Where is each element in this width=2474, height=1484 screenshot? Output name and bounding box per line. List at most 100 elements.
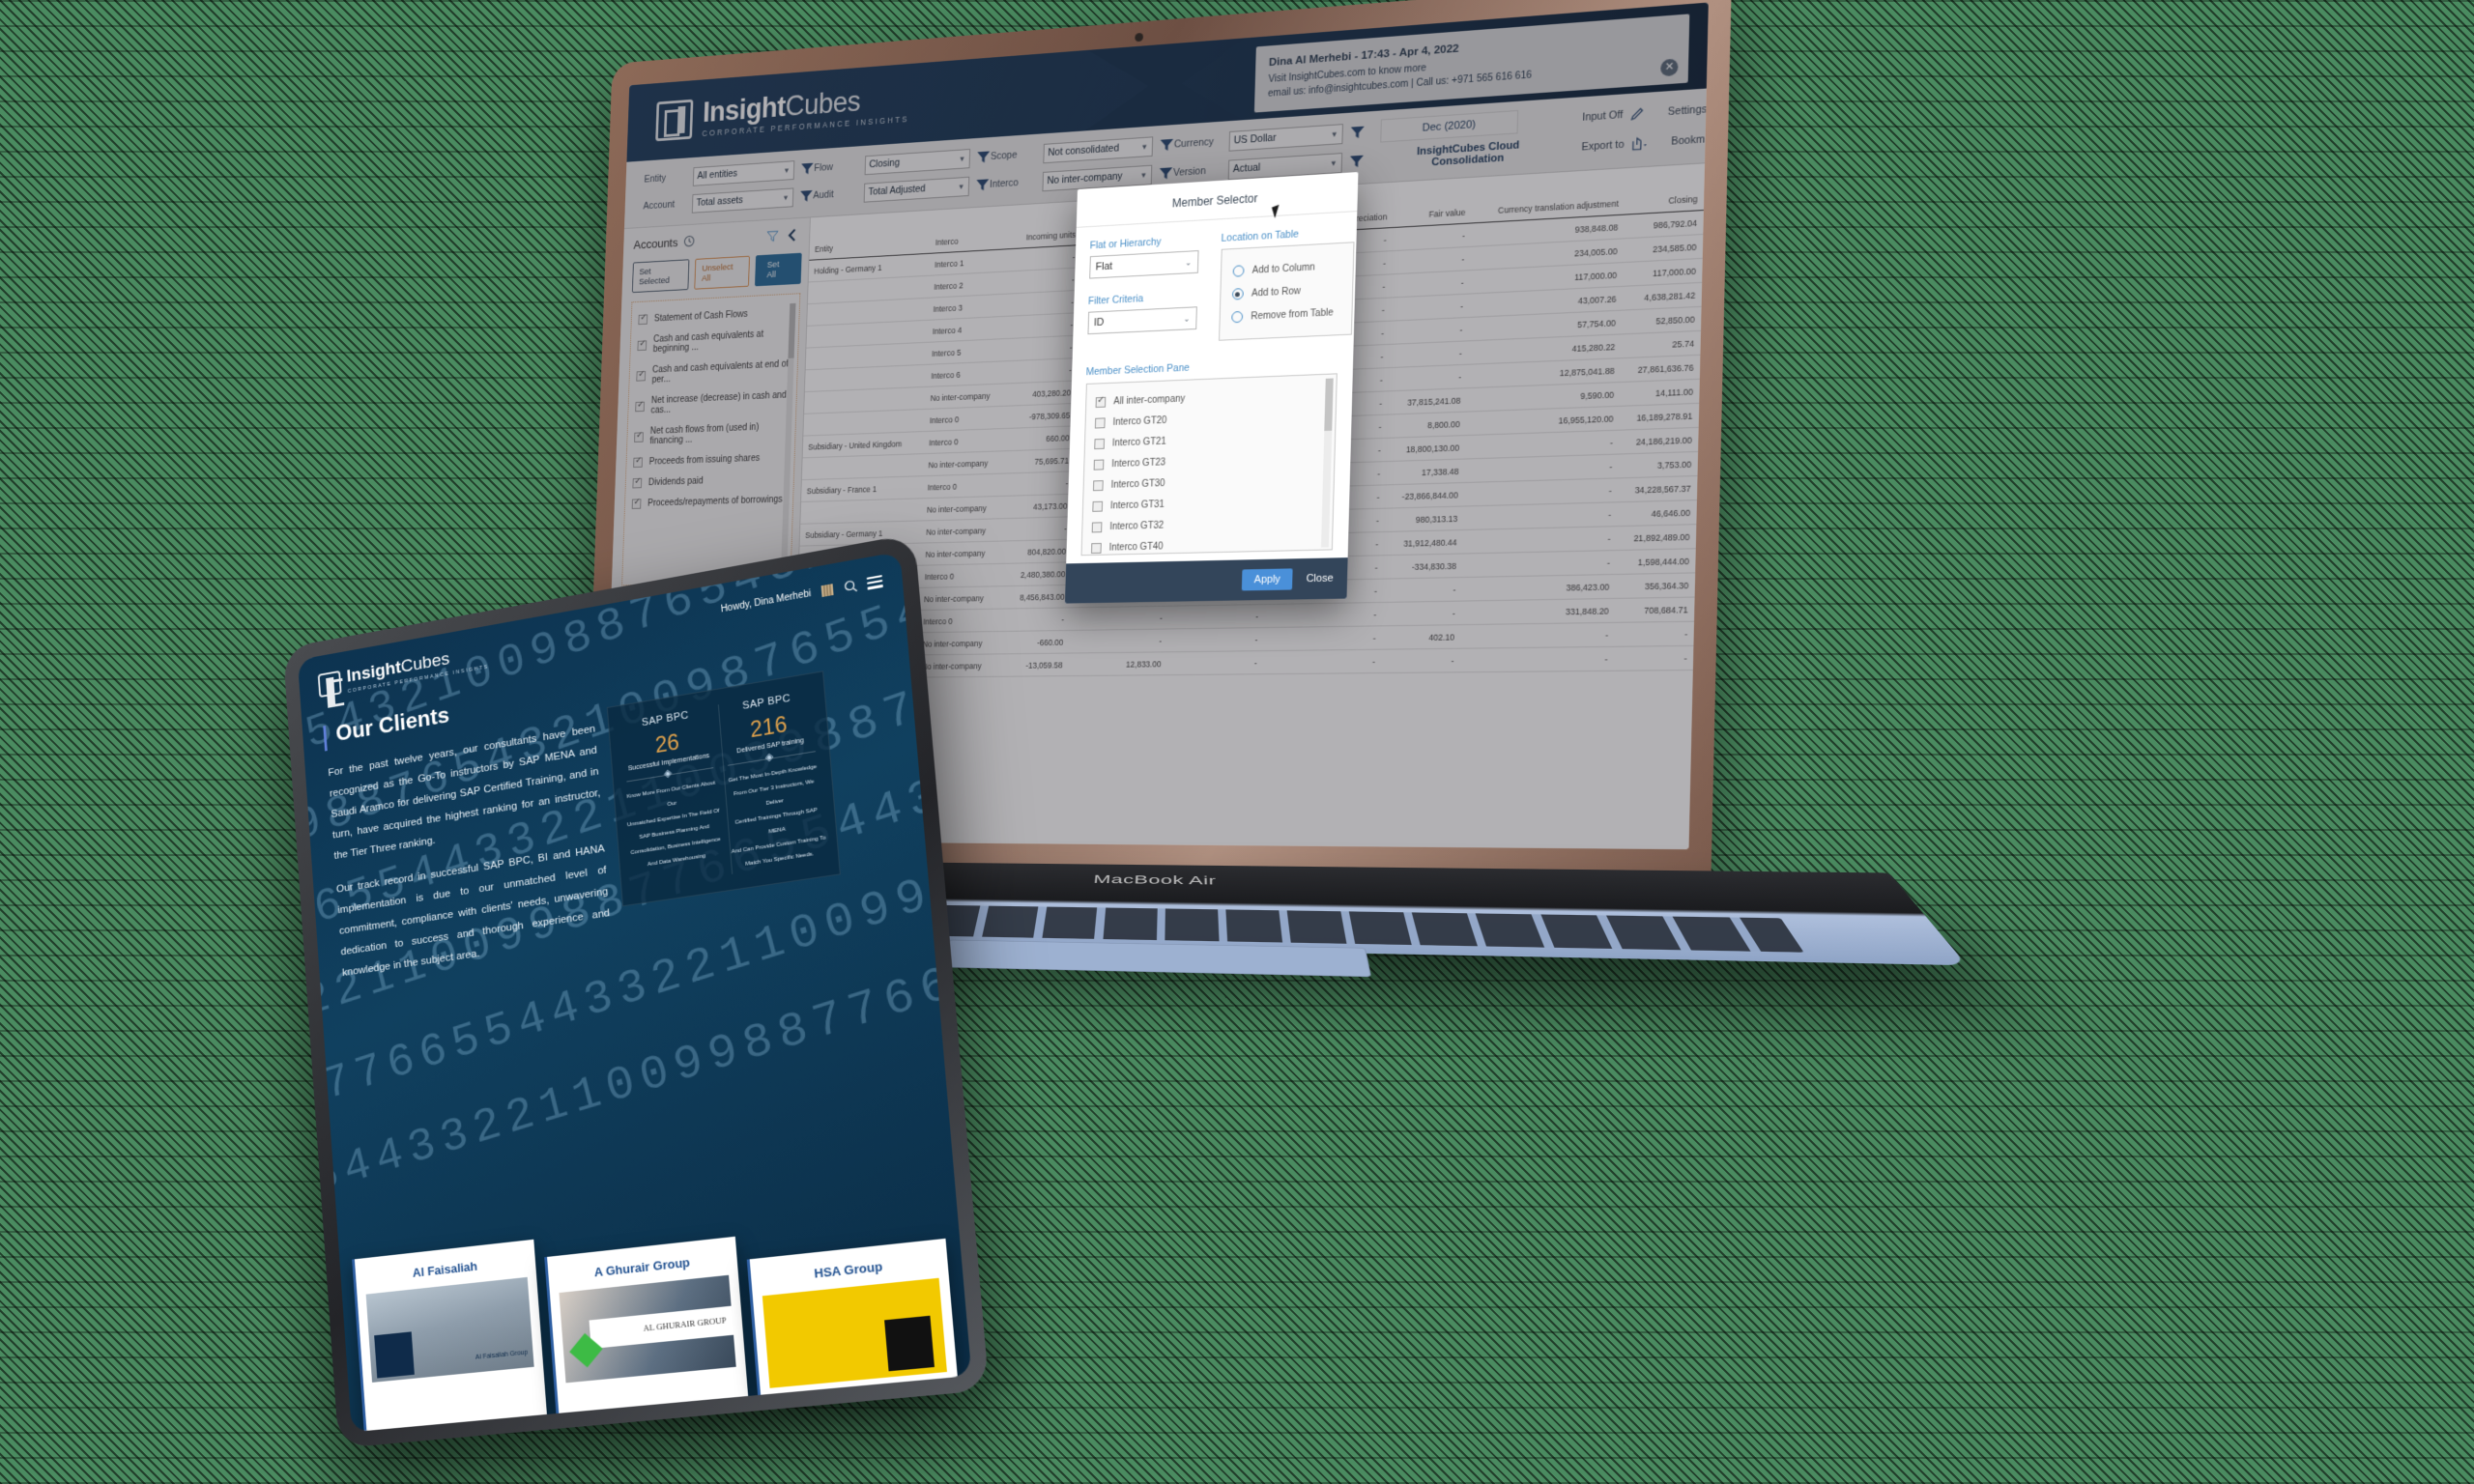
radio-icon-selected[interactable] <box>1231 288 1244 300</box>
radio-label: Remove from Table <box>1251 306 1334 322</box>
checkbox-icon[interactable] <box>1090 542 1102 554</box>
checkbox-icon[interactable] <box>638 314 648 326</box>
checkbox-icon[interactable] <box>635 401 646 412</box>
table-cell: Interco 0 <box>921 473 1004 499</box>
client-card-hsa-group[interactable]: HSA Group <box>746 1238 958 1396</box>
table-cell: 27,861,636.76 <box>1620 355 1701 383</box>
export-to-tool[interactable]: Export to <box>1581 135 1649 155</box>
member-selection-pane[interactable]: All inter-company Interco GT20 Interco GT2… <box>1080 373 1338 556</box>
bookmarks-tool[interactable]: Bookmarks <box>1671 129 1709 149</box>
filter-criteria-select[interactable]: ID ⌄ <box>1086 306 1197 335</box>
filter-currency-select[interactable]: US Dollar ▼ <box>1228 123 1343 152</box>
account-label: Dividends paid <box>647 475 704 488</box>
funnel-icon[interactable] <box>799 188 814 204</box>
set-selected-button[interactable]: Set Selected <box>631 259 690 294</box>
funnel-icon[interactable] <box>975 177 990 192</box>
checkbox-icon[interactable] <box>1094 416 1106 429</box>
set-all-button[interactable]: Set All <box>754 252 802 287</box>
pencil-icon <box>1629 106 1645 122</box>
unselect-all-button[interactable]: Unselect All <box>694 255 750 290</box>
filter-account[interactable]: Account Total assets ▼ <box>643 186 813 216</box>
radio-icon[interactable] <box>1230 310 1243 324</box>
webcam-icon <box>1134 32 1143 43</box>
filter-scope-value: Not consolidated <box>1048 142 1120 159</box>
table-cell: 25.74 <box>1621 330 1701 358</box>
funnel-icon[interactable] <box>800 161 815 177</box>
search-icon[interactable] <box>844 579 858 594</box>
client-card-a-ghurair-group[interactable]: A Ghurair Group AL GHURAIR GROUP <box>544 1236 748 1414</box>
funnel-icon[interactable] <box>766 230 779 243</box>
settings-tool[interactable]: Settings <box>1668 100 1709 120</box>
filter-audit-select[interactable]: Total Adjusted ▼ <box>863 176 970 203</box>
checkbox-icon[interactable] <box>631 499 642 509</box>
filter-entity-select[interactable]: All entities ▼ <box>692 159 795 186</box>
member-selector-dialog: Member Selector Flat or Hierarchy Flat ⌄ … <box>1064 172 1358 604</box>
checkbox-icon[interactable] <box>633 457 643 469</box>
insightcubes-logo-icon <box>655 99 694 142</box>
chevron-left-icon[interactable] <box>787 228 797 243</box>
list-item[interactable]: Proceeds/repayments of borrowings <box>630 489 789 514</box>
checkbox-icon[interactable] <box>1093 459 1104 471</box>
table-cell: 4,638,281.42 <box>1622 282 1703 311</box>
funnel-icon[interactable] <box>1159 137 1174 154</box>
filter-version-value: Actual <box>1232 161 1261 176</box>
accounts-list[interactable]: Statement of Cash Flows Cash and cash eq… <box>621 293 801 586</box>
table-cell: 16,189,278.91 <box>1619 403 1700 431</box>
input-off-tool[interactable]: Input Off <box>1582 106 1646 126</box>
filter-account-select[interactable]: Total assets ▼ <box>691 186 794 214</box>
close-circle-icon[interactable]: ✕ <box>1660 58 1679 77</box>
table-cell: 52,850.00 <box>1622 306 1702 334</box>
filter-scope-label: Scope <box>990 149 1018 162</box>
table-cell: - <box>1614 621 1694 647</box>
checkbox-icon[interactable] <box>1092 479 1104 491</box>
filter-scope-select[interactable]: Not consolidated ▼ <box>1043 135 1154 163</box>
table-cell: 1,598,444.00 <box>1616 548 1696 575</box>
accounts-action-buttons: Set Selected Unselect All Set All <box>631 252 802 294</box>
hamburger-menu-icon[interactable] <box>866 572 883 592</box>
filter-flow-select[interactable]: Closing ▼ <box>864 148 971 175</box>
checkbox-icon[interactable] <box>634 431 644 442</box>
checkbox-icon[interactable] <box>637 339 647 351</box>
table-cell: - <box>1068 629 1168 654</box>
table-cell: - <box>1380 648 1460 673</box>
header-chevron-decoration <box>1085 38 1245 130</box>
client-card-al-faisaliah[interactable]: Al Faisaliah Al Faisaliah Group <box>352 1239 548 1432</box>
funnel-icon[interactable] <box>1158 165 1173 182</box>
checkbox-icon[interactable] <box>1095 396 1106 408</box>
table-cell: 2,480,380.00 <box>1000 561 1072 586</box>
table-cell: - <box>1167 604 1265 630</box>
radio-icon[interactable] <box>1232 265 1245 277</box>
accounts-scroll-thumb[interactable] <box>788 302 796 358</box>
flat-hierarchy-select[interactable]: Flat ⌄ <box>1088 250 1199 279</box>
member-label: Interco GT21 <box>1111 436 1166 448</box>
export-to-label: Export to <box>1581 138 1625 154</box>
filter-criteria-value: ID <box>1093 316 1105 329</box>
checkbox-icon[interactable] <box>636 370 647 382</box>
table-cell: -334,830.38 <box>1383 554 1463 580</box>
table-cell: No inter-company <box>924 383 1007 410</box>
checkbox-icon[interactable] <box>1091 521 1102 532</box>
funnel-icon[interactable] <box>1349 125 1365 141</box>
table-cell: 660.00 <box>1004 425 1076 451</box>
table-cell: - <box>1389 317 1469 345</box>
apply-button[interactable]: Apply <box>1241 568 1293 591</box>
table-cell: 37,815,241.08 <box>1387 387 1467 415</box>
stats-section: SAP BPC 26 Successful Implementations Kn… <box>603 617 846 956</box>
account-label: Cash and cash equivalents at end of per.… <box>651 358 790 385</box>
radio-remove-from-table[interactable]: Remove from Table <box>1230 300 1340 328</box>
stat-implementations: SAP BPC 26 Successful Implementations Kn… <box>618 705 726 889</box>
table-cell: - <box>1462 526 1618 555</box>
table-cell: Interco 0 <box>924 406 1007 432</box>
checkbox-icon[interactable] <box>1091 500 1103 512</box>
checkbox-icon[interactable] <box>1093 438 1105 449</box>
history-clock-icon[interactable] <box>683 235 696 248</box>
close-button[interactable]: Close <box>1306 573 1333 585</box>
filter-audit[interactable]: Audit Total Adjusted ▼ <box>813 175 990 206</box>
funnel-icon[interactable] <box>976 150 991 165</box>
table-cell: - <box>1459 646 1615 672</box>
chevron-down-icon: ▼ <box>1330 128 1338 139</box>
funnel-icon[interactable] <box>1349 154 1365 170</box>
member-pane-scroll-thumb[interactable] <box>1323 378 1334 432</box>
checkbox-icon[interactable] <box>632 477 643 489</box>
location-on-table-label: Location on Table <box>1221 228 1300 244</box>
